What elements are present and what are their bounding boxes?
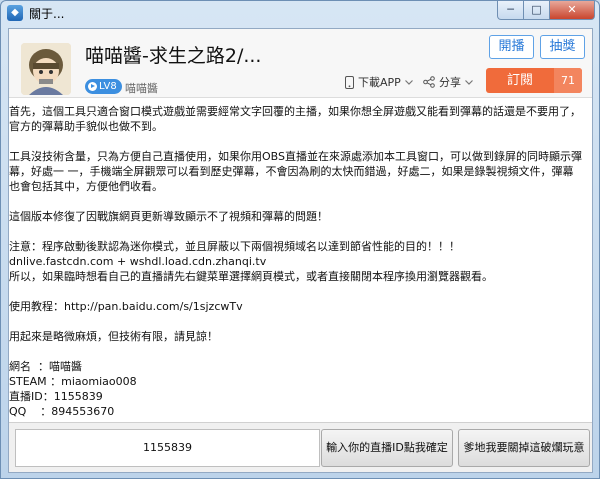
lottery-button[interactable]: 抽獎 [540,35,585,59]
minimize-button[interactable]: ─ [497,1,524,20]
close-button[interactable]: ✕ [550,1,595,20]
paragraph-notice: 注意：程序啟動後默認為迷你模式，並且屏蔽以下兩個視頻域名以達到節省性能的目的！！… [9,240,493,283]
confirm-id-button[interactable]: 輸入你的直播ID點我確定 [321,429,453,467]
download-app-link[interactable]: 下載APP [345,74,413,90]
about-window: ◆ 關于... ─ □ ✕ 喵喵醬-求生之路2/... LV8 喵喵醬 開播 抽… [0,0,600,479]
window-controls: ─ □ ✕ [497,1,595,20]
stream-header: 喵喵醬-求生之路2/... LV8 喵喵醬 開播 抽獎 下載APP 分享 訂閱 … [9,29,592,97]
maximize-button[interactable]: □ [524,1,550,20]
room-id-input[interactable]: 1155839 [15,429,320,467]
level-badge-label: LV8 [99,81,117,92]
paragraph-tutorial: 使用教程：http://pan.baidu.com/s/1sjzcwTv [9,300,243,313]
play-icon [88,82,97,91]
chevron-down-icon [404,79,413,85]
share-label: 分享 [439,76,461,89]
level-badge: LV8 [85,79,122,94]
chevron-down-icon [465,79,473,85]
paragraph-intro: 首先，這個工具只適合窗口模式遊戲並需要經常文字回覆的主播，如果你想全屏遊戲又能看… [9,105,581,133]
close-app-button[interactable]: 爹地我要關掉這破爛玩意 [458,429,590,467]
download-app-label: 下載APP [358,76,401,89]
title-bar[interactable]: ◆ 關于... ─ □ ✕ [1,1,599,25]
avatar [21,43,71,95]
share-icon [423,76,435,88]
stream-title: 喵喵醬-求生之路2/... [85,45,262,67]
paragraph-description: 工具沒技術含量，只為方便自己直播使用，如果你用OBS直播並在來源處添加本工具窗口… [9,150,582,193]
paragraph-fix: 這個版本修復了因戰旗網頁更新導致顯示不了視頻和彈幕的問題！ [9,210,328,223]
streamer-name: 喵喵醬 [125,82,158,95]
avatar-image [21,43,71,95]
start-broadcast-button[interactable]: 開播 [489,35,534,59]
subscribe-label: 訂閱 [506,73,533,88]
subscribe-button[interactable]: 訂閱 71 [486,68,582,93]
client-area: 喵喵醬-求生之路2/... LV8 喵喵醬 開播 抽獎 下載APP 分享 訂閱 … [8,28,593,473]
share-link[interactable]: 分享 [423,74,473,90]
phone-icon [345,75,354,89]
window-title: 關于... [29,7,65,21]
subscribe-count: 71 [554,68,582,93]
about-text: 首先，這個工具只適合窗口模式遊戲並需要經常文字回覆的主播，如果你想全屏遊戲又能看… [9,97,592,422]
footer-bar: 1155839 輸入你的直播ID點我確定 爹地我要關掉這破爛玩意 [9,422,592,472]
paragraph-contact: 網名 ：喵喵醬 STEAM ：miaomiao008 直播ID：1155839 … [9,360,137,418]
paragraph-apology: 用起來是略微麻煩，但技術有限，請見諒！ [9,330,218,343]
app-icon: ◆ [7,5,23,21]
